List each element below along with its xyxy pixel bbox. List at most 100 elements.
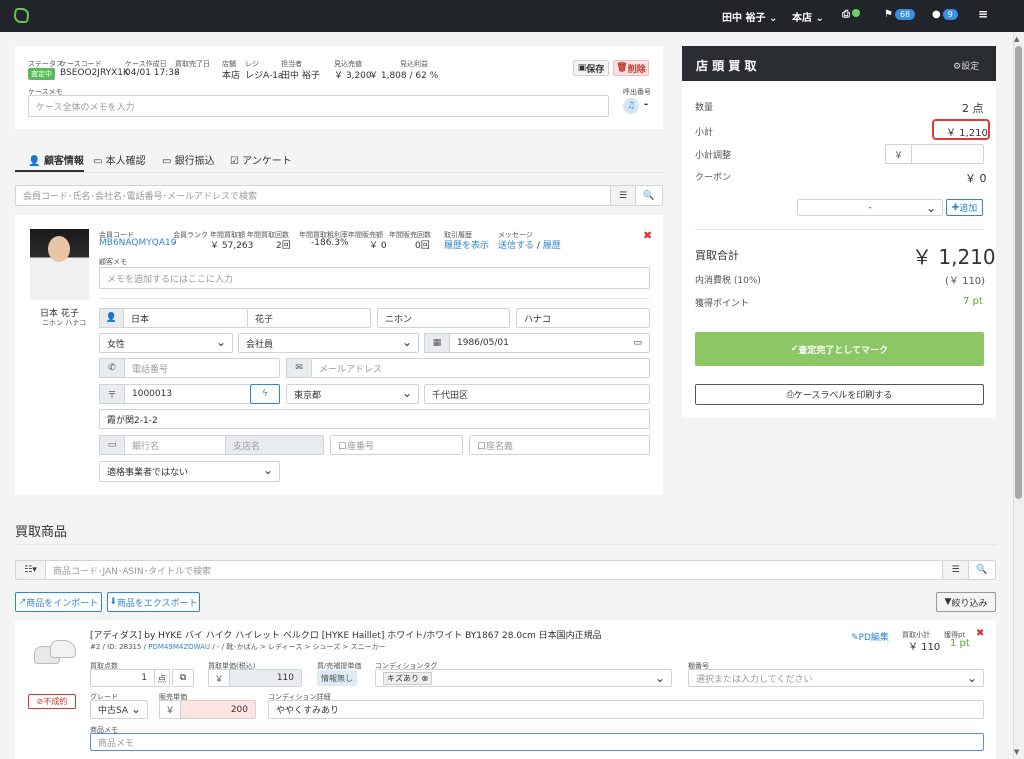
scrollbar-thumb[interactable] <box>1015 46 1022 499</box>
customer-search-input[interactable]: 会員コード･氏名･会社名･電話番号･メールアドレスで検索 <box>15 185 611 206</box>
email-input[interactable]: メールアドレス <box>311 358 650 378</box>
zip-input[interactable]: 1000013 <box>124 384 251 404</box>
scroll-down-icon[interactable]: ▼ <box>1014 748 1019 756</box>
save-button[interactable]: ▣ 保存 <box>573 60 609 76</box>
check-icon: ☑ <box>230 156 243 167</box>
user-name: 田中 裕子 <box>722 13 766 24</box>
city-input[interactable]: 千代田区 <box>424 384 650 404</box>
chat-notifications[interactable]: ● 9 <box>932 9 958 20</box>
first-name-input[interactable]: 花子 <box>247 308 371 328</box>
send-message-link[interactable]: 送信する <box>498 241 534 251</box>
tab-bank-transfer[interactable]: ▭ 銀行振込 <box>162 152 215 167</box>
trash-icon: 🗑 <box>616 63 628 73</box>
prefecture-select[interactable]: 東京都 <box>286 384 419 404</box>
flag-notifications[interactable]: ⚑ 68 <box>884 9 916 20</box>
app-logo-icon[interactable] <box>12 8 31 23</box>
customer-memo-input[interactable]: メモを追加するにはここに入力 <box>99 267 650 289</box>
cond-tag-chip[interactable]: キズあり ⊗ <box>383 671 433 685</box>
list-icon: ☰ <box>618 190 628 201</box>
customer-search-placeholder: 会員コード･氏名･会社名･電話番号･メールアドレスで検索 <box>23 192 258 202</box>
print-label: ケースラベルを印刷する <box>793 391 893 401</box>
item-price-input[interactable]: 110 <box>229 669 302 687</box>
scroll-up-icon[interactable]: ▲ <box>1014 35 1019 43</box>
item-image <box>32 636 78 670</box>
customer-search-button[interactable]: 🔍 <box>635 185 663 206</box>
address-lookup-button[interactable]: ϟ <box>250 384 280 404</box>
list-view-button[interactable]: ☰ <box>610 185 636 206</box>
settings-button[interactable]: ⚙設定 <box>953 59 979 72</box>
tab-divider <box>15 172 663 173</box>
invoice-status-select[interactable]: 適格事業者ではない <box>99 461 280 482</box>
profit-rate: -186.3% <box>311 238 349 248</box>
pd-edit-link[interactable]: ✎PD編集 <box>851 630 889 643</box>
birthdate-input[interactable]: 1986/05/01 ▭ <box>449 333 650 353</box>
bank-name-input[interactable]: 銀行名 <box>124 435 226 455</box>
item-title[interactable]: [アディダス] by HYKE バイ ハイク ハイレット ベルクロ [HYKE … <box>90 628 602 641</box>
item-qty-input[interactable]: 1 <box>90 669 155 687</box>
member-code-link[interactable]: MB6NAQMYQA10 <box>99 238 176 248</box>
print-label-button[interactable]: ⎙ ケースラベルを印刷する <box>695 384 984 405</box>
product-list-button[interactable]: ☰ <box>942 560 969 580</box>
message-history-link[interactable]: 履歴 <box>543 241 561 251</box>
delete-label: 削除 <box>627 64 646 75</box>
import-button[interactable]: ↗ 商品をインポート <box>15 592 102 612</box>
add-coupon-button[interactable]: ✚ 追加 <box>946 199 983 216</box>
rank-label: 会員ランク <box>173 231 208 239</box>
first-kana-input[interactable]: ハナコ <box>516 308 650 328</box>
total-value: ￥ 1,210 <box>912 245 996 269</box>
user-menu[interactable]: 田中 裕子 ⌄ <box>722 9 777 24</box>
phone-input[interactable]: 電話番号 <box>124 358 280 378</box>
case-memo-placeholder: ケース全体のメモを入力 <box>36 102 135 113</box>
tab-label: 顧客情報 <box>43 156 84 167</box>
filter-options-button[interactable]: ☷▾ <box>15 560 46 580</box>
mark-complete-button[interactable]: ✔ 査定完了としてマーク <box>695 332 984 366</box>
tab-customer-info[interactable]: 👤 顧客情報 <box>28 152 84 167</box>
ref-price-value[interactable]: 情報無し <box>317 670 357 686</box>
bank-card-icon: ▭ <box>99 435 125 455</box>
history-link[interactable]: 履歴を表示 <box>444 238 489 251</box>
cond-tag-select[interactable]: キズあり ⊗ <box>375 669 672 687</box>
invoice-status: 適格事業者ではない <box>107 468 189 478</box>
product-search-input[interactable]: 商品コード･JAN･ASIN･タイトルで検索 <box>45 560 943 580</box>
delete-button[interactable]: 🗑 削除 <box>613 60 649 76</box>
item-qty: 1 <box>141 673 147 683</box>
last-name-input[interactable]: 日本 <box>123 308 248 328</box>
points-label: 獲得ポイント <box>695 299 750 309</box>
calendar-icon: ▦ <box>424 333 450 353</box>
occupation-select[interactable]: 会社員 <box>238 333 419 353</box>
gender-select[interactable]: 女性 <box>99 333 233 353</box>
zip: 1000013 <box>132 389 173 399</box>
hamburger-menu-icon[interactable]: ≡ <box>978 7 988 21</box>
case-memo-input[interactable]: ケース全体のメモを入力 <box>28 95 609 117</box>
account-holder-input[interactable]: 口座名義 <box>469 435 650 455</box>
last-kana-input[interactable]: ニホン <box>377 308 510 328</box>
bell-icon[interactable]: ♫ <box>623 98 639 114</box>
store-menu[interactable]: 本店 ⌄ <box>792 9 824 24</box>
done-date: - <box>175 68 179 78</box>
filter-button[interactable]: ▼ 絞り込み <box>936 592 996 612</box>
coupon-select[interactable]: - <box>797 199 943 216</box>
tab-identity[interactable]: ▭ 本人確認 <box>93 152 146 167</box>
grade-select[interactable]: 中古SA <box>90 700 148 719</box>
cond-detail-input[interactable]: ややくすみあり <box>268 700 984 719</box>
search-icon: 🔍 <box>643 190 655 201</box>
date-picker-icon[interactable]: ▭ <box>633 338 642 348</box>
tab-survey[interactable]: ☑ アンケート <box>230 152 292 167</box>
address-input[interactable]: 霞が関2-1-2 <box>99 409 650 429</box>
search-icon: 🔍 <box>976 565 988 575</box>
printer-status[interactable]: ⎙ <box>842 9 860 20</box>
product-search-button[interactable]: 🔍 <box>968 560 996 580</box>
account-number-input[interactable]: 口座番号 <box>330 435 463 455</box>
done-label: 買取完了日 <box>175 60 210 68</box>
sale-price-input[interactable]: 200 <box>180 700 256 719</box>
shelf-select[interactable]: 選択または入力してください <box>688 669 984 687</box>
tab-label: アンケート <box>242 156 292 167</box>
item-memo-input[interactable]: 商品メモ <box>90 733 984 751</box>
remove-item-icon[interactable]: ✖ <box>976 628 984 639</box>
unsettled-button[interactable]: ⊘ 不成約 <box>28 694 76 709</box>
item-pd-link[interactable]: PDM49M4ZOWAU <box>148 643 210 651</box>
export-button[interactable]: ⬇ 商品をエクスポート <box>107 592 200 612</box>
copy-item-button[interactable]: ⧉ <box>172 669 194 687</box>
adjust-input[interactable] <box>911 144 984 164</box>
remove-customer-icon[interactable]: ✖ <box>643 229 652 242</box>
